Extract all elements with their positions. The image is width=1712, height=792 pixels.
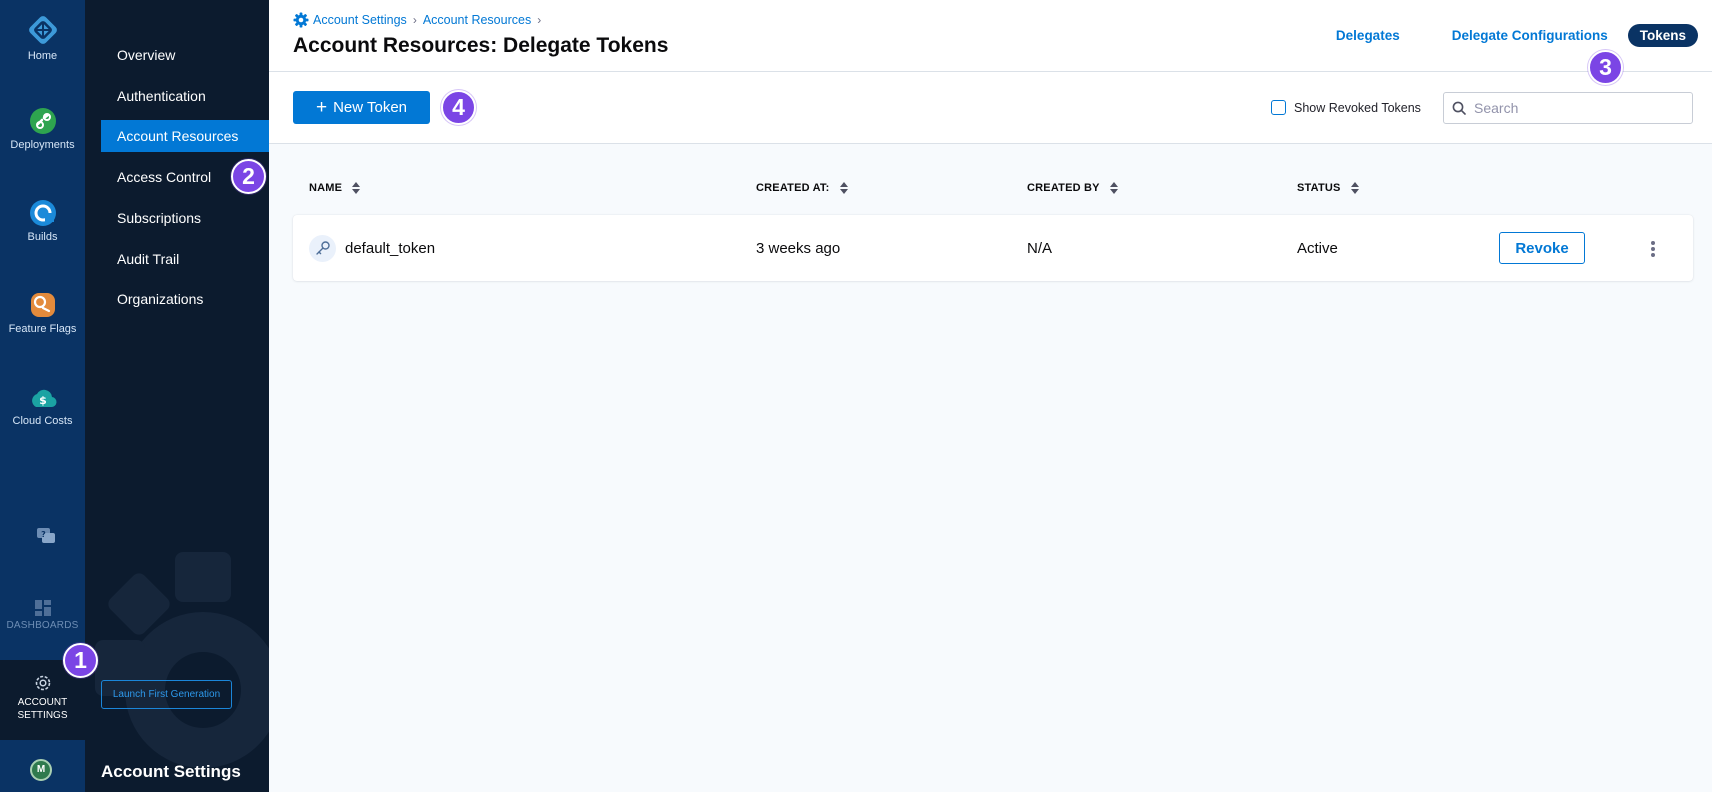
nav-cloud-costs-label: Cloud Costs bbox=[12, 415, 73, 427]
tokens-toolbar: + New Token Show Revoked Tokens bbox=[269, 72, 1712, 144]
help-chat-icon: ? bbox=[37, 528, 55, 543]
svg-text:$: $ bbox=[39, 394, 47, 407]
sort-icon bbox=[1350, 182, 1359, 194]
sort-icon bbox=[839, 182, 848, 194]
sidebar-item-subscriptions[interactable]: Subscriptions bbox=[101, 202, 269, 234]
sidebar-item-audit-trail[interactable]: Audit Trail bbox=[101, 243, 269, 275]
account-settings-sidebar: Overview Authentication Account Resource… bbox=[85, 0, 269, 792]
nav-deployments[interactable]: Deployments bbox=[0, 107, 85, 151]
user-avatar[interactable]: M bbox=[30, 759, 52, 781]
svg-text:?: ? bbox=[41, 530, 46, 539]
new-token-button[interactable]: + New Token bbox=[293, 91, 430, 124]
feature-flags-icon bbox=[30, 293, 55, 317]
plus-icon: + bbox=[315, 97, 328, 118]
nav-feature-flags-label: Feature Flags bbox=[8, 323, 77, 335]
dashboards-icon bbox=[34, 600, 51, 616]
revoke-button[interactable]: Revoke bbox=[1499, 232, 1585, 264]
column-header-name[interactable]: NAME bbox=[309, 182, 361, 194]
sort-icon bbox=[352, 182, 361, 194]
token-status: Active bbox=[1297, 239, 1338, 257]
column-header-created-by[interactable]: CREATED BY bbox=[1027, 182, 1118, 194]
search-input[interactable] bbox=[1474, 100, 1674, 116]
breadcrumb-account-resources[interactable]: Account Resources bbox=[423, 13, 531, 27]
sidebar-item-overview[interactable]: Overview bbox=[101, 39, 269, 71]
breadcrumb: Account Settings › Account Resources › bbox=[293, 12, 547, 28]
sidebar-item-organizations[interactable]: Organizations bbox=[101, 283, 269, 315]
token-name: default_token bbox=[345, 239, 436, 257]
column-created-by-label: CREATED BY bbox=[1027, 182, 1100, 194]
nav-home-label: Home bbox=[27, 50, 58, 62]
column-header-status[interactable]: STATUS bbox=[1297, 182, 1359, 194]
more-options-icon[interactable] bbox=[1647, 239, 1659, 259]
step-marker-1: 1 bbox=[63, 643, 98, 678]
new-token-label: New Token bbox=[333, 99, 408, 116]
column-name-label: NAME bbox=[309, 182, 343, 194]
page-header: Account Settings › Account Resources › A… bbox=[269, 0, 1712, 72]
deployments-icon bbox=[29, 108, 56, 134]
nav-deployments-label: Deployments bbox=[10, 139, 75, 151]
column-status-label: STATUS bbox=[1297, 182, 1341, 194]
sidebar-item-authentication[interactable]: Authentication bbox=[101, 80, 269, 112]
nav-dashboards[interactable]: DASHBOARDS bbox=[0, 600, 85, 631]
builds-icon bbox=[29, 200, 56, 226]
gear-watermark-icon bbox=[95, 552, 269, 768]
search-box[interactable] bbox=[1443, 92, 1693, 124]
nav-builds[interactable]: Builds bbox=[0, 199, 85, 243]
token-created-by: N/A bbox=[1027, 239, 1053, 257]
token-name-cell: default_token bbox=[309, 215, 435, 281]
tab-delegate-configurations[interactable]: Delegate Configurations bbox=[1440, 24, 1620, 47]
tokens-table-header: NAME CREATED AT: CREATED BY STATUS bbox=[293, 182, 1693, 202]
step-marker-4: 4 bbox=[441, 90, 476, 125]
nav-feature-flags[interactable]: Feature Flags bbox=[0, 291, 85, 335]
page-title: Account Resources: Delegate Tokens bbox=[293, 34, 669, 57]
launch-first-generation-button[interactable]: Launch First Generation bbox=[101, 680, 232, 709]
cloud-costs-icon: $ bbox=[31, 389, 57, 408]
tab-delegates[interactable]: Delegates bbox=[1324, 24, 1412, 47]
show-revoked-checkbox[interactable] bbox=[1271, 100, 1286, 115]
nav-builds-label: Builds bbox=[27, 231, 58, 243]
harness-logo-icon bbox=[28, 16, 57, 44]
show-revoked-toggle[interactable]: Show Revoked Tokens bbox=[1271, 100, 1421, 115]
sort-icon bbox=[1109, 182, 1118, 194]
token-created-at: 3 weeks ago bbox=[756, 239, 841, 257]
nav-cloud-costs[interactable]: $ Cloud Costs bbox=[0, 385, 85, 427]
nav-home[interactable]: Home bbox=[0, 14, 85, 62]
column-created-at-label: CREATED AT: bbox=[756, 182, 830, 194]
table-row[interactable]: default_token 3 weeks ago N/A Active Rev… bbox=[293, 215, 1693, 281]
gear-icon bbox=[35, 675, 50, 691]
resource-tabs: Delegates Delegate Configurations Tokens bbox=[1296, 24, 1698, 47]
sidebar-item-account-resources[interactable]: Account Resources bbox=[101, 120, 269, 152]
gear-icon bbox=[293, 12, 309, 28]
nav-help[interactable]: ? bbox=[0, 527, 85, 545]
step-marker-3: 3 bbox=[1588, 50, 1623, 85]
nav-account-label-2: SETTINGS bbox=[17, 710, 68, 721]
breadcrumb-chevron-icon: › bbox=[537, 13, 542, 27]
step-marker-2: 2 bbox=[231, 159, 266, 194]
nav-account-label-1: ACCOUNT bbox=[17, 697, 68, 708]
tab-tokens[interactable]: Tokens bbox=[1627, 24, 1698, 47]
nav-dashboards-label: DASHBOARDS bbox=[6, 620, 79, 631]
show-revoked-label: Show Revoked Tokens bbox=[1294, 100, 1421, 115]
breadcrumb-chevron-icon: › bbox=[412, 13, 417, 27]
key-icon bbox=[309, 234, 336, 262]
breadcrumb-account-settings[interactable]: Account Settings bbox=[313, 13, 407, 27]
search-icon bbox=[1452, 101, 1466, 115]
column-header-created-at[interactable]: CREATED AT: bbox=[756, 182, 848, 194]
sidebar-title: Account Settings bbox=[101, 762, 241, 781]
